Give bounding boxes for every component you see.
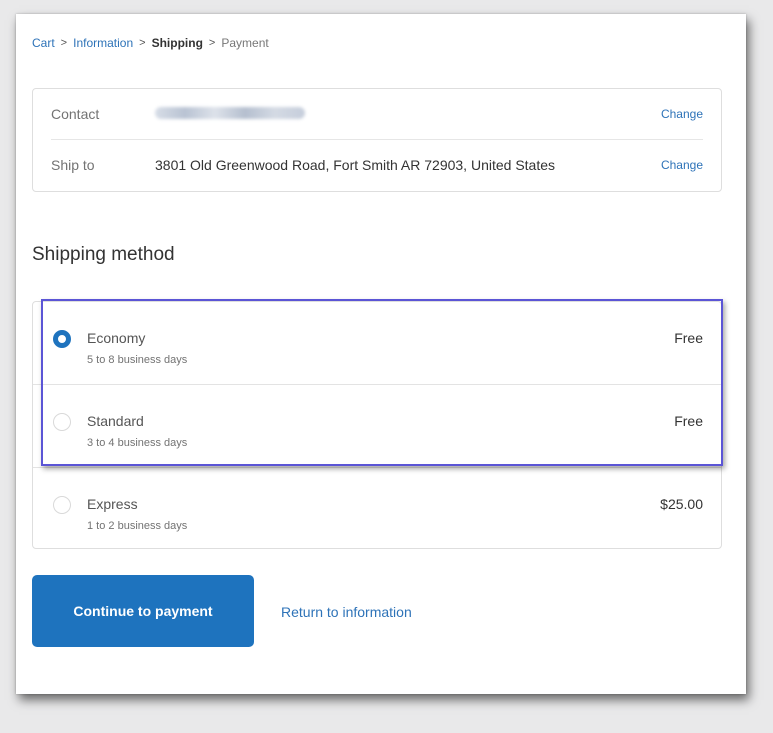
breadcrumb: Cart > Information > Shipping > Payment bbox=[32, 36, 269, 50]
contact-label: Contact bbox=[51, 106, 100, 122]
return-to-information-link[interactable]: Return to information bbox=[281, 604, 412, 620]
checkout-panel: Cart > Information > Shipping > Payment … bbox=[16, 14, 746, 694]
shipping-option-standard[interactable]: Standard 3 to 4 business days Free bbox=[33, 384, 721, 466]
radio-economy[interactable] bbox=[53, 330, 71, 348]
shipping-method-title: Shipping method bbox=[32, 244, 175, 265]
breadcrumb-cart[interactable]: Cart bbox=[32, 36, 55, 50]
redacted-email bbox=[155, 107, 305, 119]
method-name: Standard bbox=[87, 413, 144, 429]
breadcrumb-payment: Payment bbox=[221, 36, 269, 50]
ship-to-label: Ship to bbox=[51, 157, 95, 173]
method-name: Economy bbox=[87, 330, 146, 346]
radio-standard[interactable] bbox=[53, 413, 71, 431]
change-ship-to-link[interactable]: Change bbox=[661, 158, 703, 172]
breadcrumb-information[interactable]: Information bbox=[73, 36, 133, 50]
shipping-option-economy[interactable]: Economy 5 to 8 business days Free bbox=[33, 302, 721, 384]
shipping-methods-list: Economy 5 to 8 business days Free Standa… bbox=[32, 301, 722, 549]
method-price: Free bbox=[674, 330, 703, 346]
contact-value bbox=[155, 106, 661, 122]
method-name: Express bbox=[87, 496, 138, 512]
chevron-right-icon: > bbox=[60, 37, 68, 49]
method-delivery-time: 5 to 8 business days bbox=[87, 354, 188, 366]
method-price: $25.00 bbox=[660, 496, 703, 512]
ship-to-address: 3801 Old Greenwood Road, Fort Smith AR 7… bbox=[155, 157, 556, 173]
chevron-right-icon: > bbox=[208, 37, 216, 49]
method-price: Free bbox=[674, 413, 703, 429]
ship-to-row: Ship to 3801 Old Greenwood Road, Fort Sm… bbox=[51, 140, 703, 190]
shipping-option-express[interactable]: Express 1 to 2 business days $25.00 bbox=[33, 467, 721, 549]
method-delivery-time: 3 to 4 business days bbox=[87, 437, 188, 449]
breadcrumb-shipping: Shipping bbox=[151, 36, 203, 50]
radio-express[interactable] bbox=[53, 496, 71, 514]
continue-to-payment-button[interactable]: Continue to payment bbox=[32, 575, 254, 647]
chevron-right-icon: > bbox=[139, 37, 146, 49]
contact-row: Contact Change bbox=[51, 89, 703, 140]
review-block: Contact Change Ship to 3801 Old Greenwoo… bbox=[32, 88, 722, 192]
method-delivery-time: 1 to 2 business days bbox=[87, 520, 188, 532]
change-contact-link[interactable]: Change bbox=[661, 107, 703, 121]
